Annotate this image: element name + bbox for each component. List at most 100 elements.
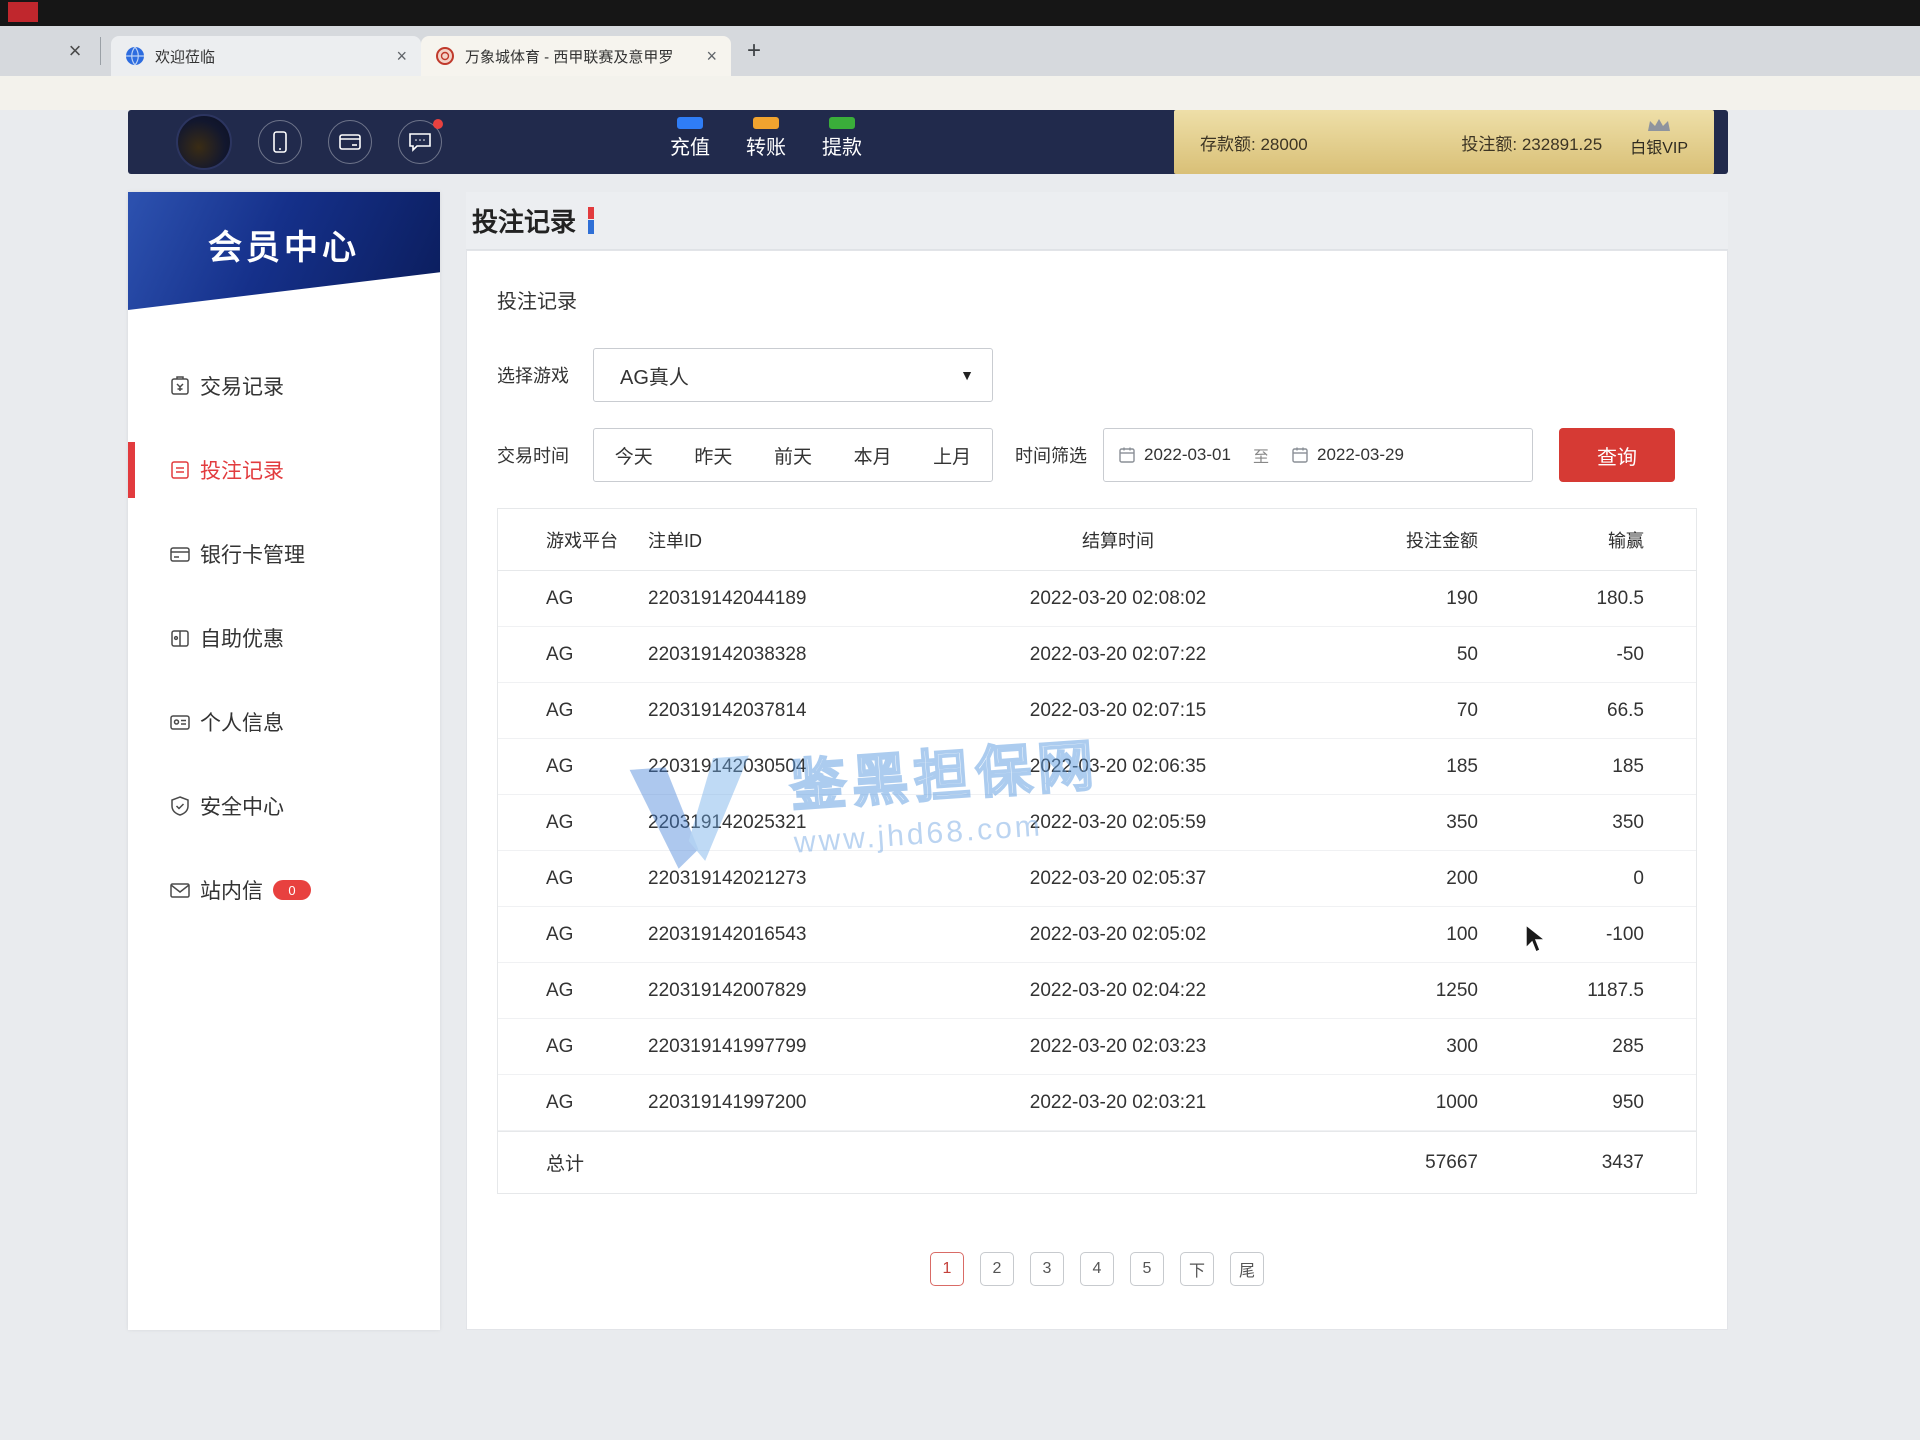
cell-amount: 185 — [1288, 756, 1478, 778]
col-header-amount: 投注金额 — [1288, 527, 1478, 553]
bank-card-icon — [338, 132, 362, 152]
table-row: AG 220319142016543 2022-03-20 02:05:02 1… — [498, 907, 1696, 963]
cell-platform: AG — [498, 812, 648, 834]
quick-date-lastmonth[interactable]: 上月 — [933, 442, 971, 469]
sidebar-item-security[interactable]: 安全中心 — [128, 764, 440, 848]
page-button-next[interactable]: 下 — [1180, 1252, 1214, 1286]
wallet-icon — [168, 374, 192, 398]
browser-tab-welcome[interactable]: 欢迎莅临 × — [111, 36, 421, 76]
table-header-row: 游戏平台 注单ID 结算时间 投注金额 输赢 — [498, 509, 1696, 571]
nav-item-withdraw[interactable]: 提款 — [822, 125, 862, 160]
page-button-last[interactable]: 尾 — [1230, 1252, 1264, 1286]
quick-date-thismonth[interactable]: 本月 — [854, 442, 892, 469]
date-from-input[interactable]: 2022-03-01 — [1118, 445, 1231, 465]
transfer-icon — [753, 117, 779, 129]
nav-item-recharge[interactable]: 充值 — [670, 125, 710, 160]
cell-platform: AG — [498, 644, 648, 666]
page-button-5[interactable]: 5 — [1130, 1252, 1164, 1286]
browser-tab-bar: × 欢迎莅临 × 万象城体育 - 西甲联赛及意甲罗 × + — [0, 26, 1920, 76]
cell-time: 2022-03-20 02:03:23 — [948, 1036, 1288, 1058]
cell-winloss: 0 — [1478, 868, 1696, 890]
page-button-3[interactable]: 3 — [1030, 1252, 1064, 1286]
total-winloss: 3437 — [1478, 1152, 1696, 1174]
table-total-row: 总计 57667 3437 — [498, 1131, 1696, 1193]
sidebar-item-transactions[interactable]: 交易记录 — [128, 344, 440, 428]
sidebar-menu: 交易记录 投注记录 — [128, 344, 440, 932]
sidebar-item-bank-cards[interactable]: 银行卡管理 — [128, 512, 440, 596]
cell-bet-id: 220319142025321 — [648, 812, 948, 834]
messages-button[interactable] — [398, 120, 442, 164]
game-select[interactable]: AG真人 ▼ — [593, 348, 993, 402]
sidebar-item-profile[interactable]: 个人信息 — [128, 680, 440, 764]
sidebar-item-bet-records[interactable]: 投注记录 — [128, 428, 440, 512]
cell-amount: 350 — [1288, 812, 1478, 834]
mobile-app-button[interactable] — [258, 120, 302, 164]
col-header-bet-id: 注单ID — [648, 527, 948, 553]
crown-icon — [1646, 117, 1672, 133]
recharge-icon — [677, 117, 703, 129]
bank-card-button[interactable] — [328, 120, 372, 164]
total-label: 总计 — [498, 1149, 648, 1176]
bet-label: 投注额: — [1461, 135, 1517, 154]
new-tab-icon[interactable]: + — [747, 37, 761, 65]
search-button[interactable]: 查询 — [1559, 428, 1675, 482]
member-sidebar: 会员中心 交易记录 — [128, 192, 440, 1330]
id-card-icon — [168, 710, 192, 734]
navbar-menu: 充值 转账 提款 — [652, 125, 880, 160]
cell-amount: 70 — [1288, 700, 1478, 722]
tab-title: 欢迎莅临 — [155, 46, 386, 67]
calendar-icon — [1291, 446, 1309, 464]
content-area: 投注记录 投注记录 选择游戏 AG真人 ▼ — [466, 192, 1728, 1330]
document-icon — [168, 458, 192, 482]
table-row: AG 220319142037814 2022-03-20 02:07:15 7… — [498, 683, 1696, 739]
cell-time: 2022-03-20 02:07:22 — [948, 644, 1288, 666]
cell-bet-id: 220319141997799 — [648, 1036, 948, 1058]
cell-platform: AG — [498, 756, 648, 778]
page-background: 充值 转账 提款 存款额: 28000 投注额: 232891.25 — [0, 76, 1920, 1440]
close-icon[interactable]: × — [60, 38, 90, 64]
site-logo[interactable] — [176, 114, 232, 170]
date-to-value: 2022-03-29 — [1317, 445, 1404, 465]
cell-amount: 1000 — [1288, 1092, 1478, 1114]
page-button-4[interactable]: 4 — [1080, 1252, 1114, 1286]
quick-date-group: 今天 昨天 前天 本月 上月 — [593, 428, 993, 482]
cell-platform: AG — [498, 1036, 648, 1058]
table-row: AG 220319141997799 2022-03-20 02:03:23 3… — [498, 1019, 1696, 1075]
sidebar-header: 会员中心 — [128, 192, 440, 310]
sidebar-title: 会员中心 — [208, 220, 360, 269]
cell-amount: 50 — [1288, 644, 1478, 666]
close-icon[interactable]: × — [706, 46, 717, 67]
cell-winloss: 1187.5 — [1478, 980, 1696, 1002]
chat-bubble-icon — [408, 131, 432, 153]
sidebar-item-label: 安全中心 — [200, 791, 284, 821]
quick-date-yesterday[interactable]: 昨天 — [694, 442, 732, 469]
vip-level[interactable]: 白银VIP — [1630, 117, 1688, 158]
sidebar-item-messages[interactable]: 站内信 0 — [128, 848, 440, 932]
browser-tab-sports[interactable]: 万象城体育 - 西甲联赛及意甲罗 × — [421, 36, 731, 76]
close-icon[interactable]: × — [396, 46, 407, 67]
cell-platform: AG — [498, 588, 648, 610]
sidebar-item-label: 交易记录 — [200, 371, 284, 401]
sidebar-item-label: 个人信息 — [200, 707, 284, 737]
cell-winloss: 350 — [1478, 812, 1696, 834]
coupon-icon — [168, 626, 192, 650]
page-button-1[interactable]: 1 — [930, 1252, 964, 1286]
page-title-row: 投注记录 — [466, 192, 1728, 250]
cell-amount: 190 — [1288, 588, 1478, 610]
quick-date-today[interactable]: 今天 — [615, 442, 653, 469]
cell-winloss: 180.5 — [1478, 588, 1696, 610]
pagination: 1 2 3 4 5 下 尾 — [497, 1252, 1697, 1286]
nav-item-transfer[interactable]: 转账 — [746, 125, 786, 160]
card-tab-bet-records[interactable]: 投注记录 — [497, 285, 1697, 314]
cell-winloss: 285 — [1478, 1036, 1696, 1058]
nav-item-label: 充值 — [670, 137, 710, 159]
date-to-input[interactable]: 2022-03-29 — [1291, 445, 1404, 465]
sidebar-item-promotions[interactable]: 自助优惠 — [128, 596, 440, 680]
cell-bet-id: 220319142030504 — [648, 756, 948, 778]
mouse-cursor — [1524, 924, 1550, 954]
envelope-icon — [168, 878, 192, 902]
page-button-2[interactable]: 2 — [980, 1252, 1014, 1286]
quick-date-daybefore[interactable]: 前天 — [774, 442, 812, 469]
nav-item-label: 转账 — [746, 137, 786, 159]
sidebar-item-label: 银行卡管理 — [200, 539, 305, 569]
